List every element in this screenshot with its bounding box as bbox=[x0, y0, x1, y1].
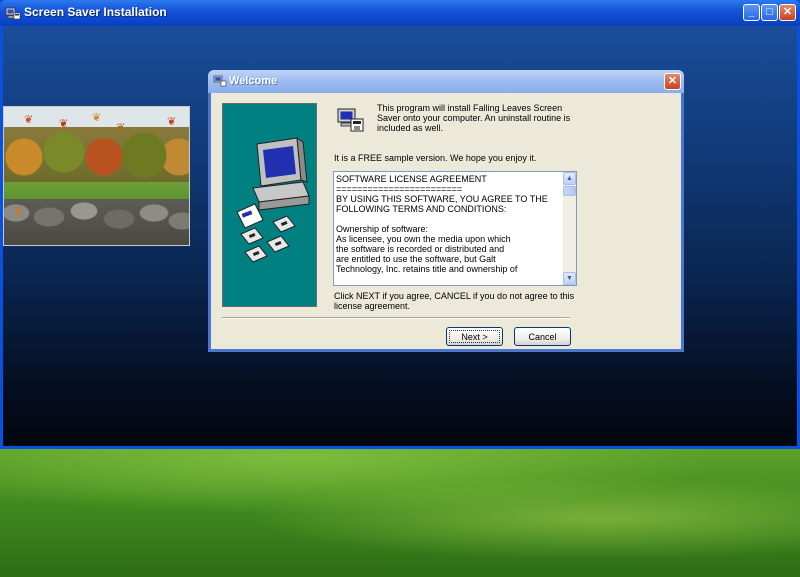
leaf-icon: ❦ bbox=[14, 206, 24, 218]
preview-trees bbox=[4, 127, 189, 187]
app-title: Screen Saver Installation bbox=[24, 5, 167, 19]
next-button[interactable]: Next > bbox=[446, 327, 503, 346]
license-textbox[interactable]: SOFTWARE LICENSE AGREEMENT =============… bbox=[333, 171, 577, 286]
welcome-dialog: Welcome ✕ This program will install Fall… bbox=[208, 70, 684, 352]
agree-instructions: Click NEXT if you agree, CANCEL if you d… bbox=[334, 291, 575, 311]
maximize-button[interactable]: □ bbox=[761, 4, 778, 21]
cancel-button[interactable]: Cancel bbox=[514, 327, 571, 346]
leaf-icon: ❦ bbox=[167, 116, 177, 128]
dialog-close-button[interactable]: ✕ bbox=[664, 73, 681, 90]
falling-leaves-preview: ❦ ❦ ❦ ❦ ❦ ❦ bbox=[3, 106, 190, 246]
app-titlebar[interactable]: Screen Saver Installation _ □ ✕ bbox=[0, 0, 800, 26]
leaf-icon: ❦ bbox=[59, 118, 69, 130]
license-agreement-text[interactable]: SOFTWARE LICENSE AGREEMENT =============… bbox=[336, 174, 562, 274]
scroll-up-button[interactable]: ▲ bbox=[563, 172, 576, 185]
dialog-title: Welcome bbox=[229, 75, 278, 87]
scroll-down-button[interactable]: ▼ bbox=[563, 272, 576, 285]
leaf-icon: ❦ bbox=[116, 122, 126, 134]
button-separator bbox=[222, 317, 570, 319]
intro-text: This program will install Falling Leaves… bbox=[377, 103, 571, 133]
preview-stone-wall bbox=[4, 199, 189, 245]
computer-illustration bbox=[236, 137, 310, 263]
dialog-titlebar[interactable]: Welcome ✕ bbox=[208, 70, 684, 93]
scroll-thumb[interactable] bbox=[563, 186, 576, 196]
leaf-icon: ❦ bbox=[92, 112, 102, 124]
wallpaper-hill bbox=[0, 448, 800, 577]
screensaver-setup-icon bbox=[5, 7, 21, 20]
installer-icon bbox=[337, 108, 364, 132]
minimize-button[interactable]: _ bbox=[743, 4, 760, 21]
installer-icon bbox=[213, 75, 227, 87]
license-scrollbar[interactable]: ▲ ▼ bbox=[563, 172, 576, 285]
computer-with-disks-illustration bbox=[222, 103, 317, 307]
dialog-body: This program will install Falling Leaves… bbox=[211, 93, 681, 349]
close-button[interactable]: ✕ bbox=[779, 4, 796, 21]
free-version-note: It is a FREE sample version. We hope you… bbox=[334, 153, 537, 163]
leaf-icon: ❦ bbox=[24, 114, 34, 126]
